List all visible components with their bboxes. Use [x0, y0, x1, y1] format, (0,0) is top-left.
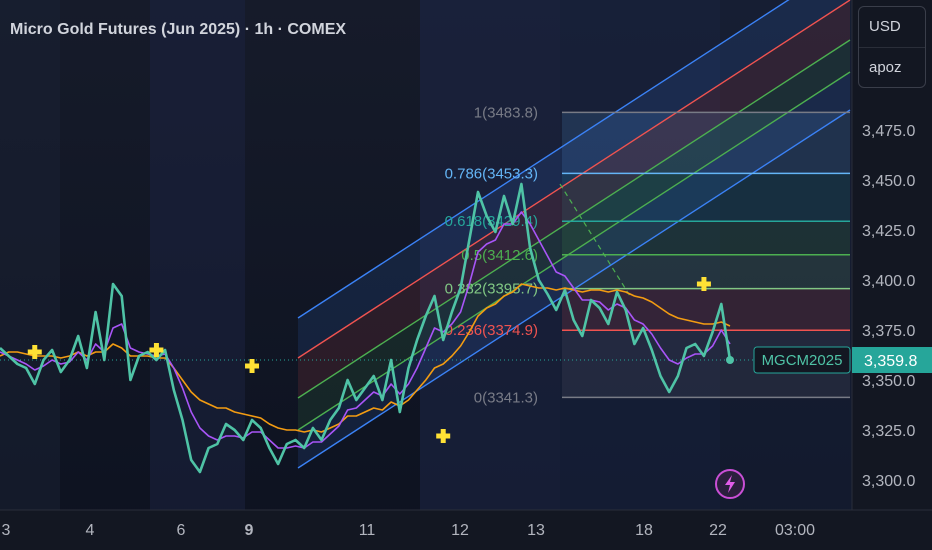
session-band: [0, 0, 60, 510]
y-tick-label: 3,475.0: [862, 123, 915, 140]
price-chart[interactable]: 1(3483.8)0.786(3453.3)0.618(3429.4)0.5(3…: [0, 0, 932, 550]
session-band: [150, 0, 245, 510]
y-tick-label: 3,425.0: [862, 223, 915, 240]
last-price-tag: 3,359.8: [852, 347, 932, 373]
symbol-label: MGCM2025: [753, 346, 851, 374]
x-tick-label: 3: [2, 522, 11, 539]
chart-title: Micro Gold Futures (Jun 2025) · 1h · COM…: [10, 21, 346, 38]
x-tick-label: 18: [635, 522, 653, 539]
unit-selector[interactable]: USD apoz: [858, 6, 926, 88]
y-tick-label: 3,350.0: [862, 373, 915, 390]
fib-level-label: 0.5(3412.6): [461, 247, 538, 264]
fib-level-label: 0(3341.3): [474, 389, 538, 406]
x-tick-label: 13: [527, 522, 545, 539]
y-tick-label: 3,325.0: [862, 423, 915, 440]
lightning-icon[interactable]: [715, 469, 745, 499]
last-price-value: 3,359.8: [864, 353, 917, 370]
x-tick-label: 4: [86, 522, 95, 539]
x-tick-label: 22: [709, 522, 727, 539]
x-tick-label: 11: [359, 522, 376, 539]
symbol-label-text: MGCM2025: [762, 352, 843, 369]
x-tick-label: 6: [177, 522, 186, 539]
currency-option[interactable]: USD: [859, 7, 925, 47]
fib-level-label: 0.236(3374.9): [445, 322, 538, 339]
last-price-dot: [726, 356, 734, 364]
x-tick-label: 12: [451, 522, 469, 539]
y-tick-label: 3,450.0: [862, 173, 915, 190]
y-tick-label: 3,375.0: [862, 323, 915, 340]
unit-option[interactable]: apoz: [859, 47, 925, 88]
y-tick-label: 3,300.0: [862, 473, 915, 490]
fib-level-label: 1(3483.8): [474, 104, 538, 121]
fib-level-label: 0.786(3453.3): [445, 165, 538, 182]
x-tick-label: 03:00: [775, 522, 815, 539]
x-tick-label: 9: [245, 522, 254, 539]
y-tick-label: 3,400.0: [862, 273, 915, 290]
